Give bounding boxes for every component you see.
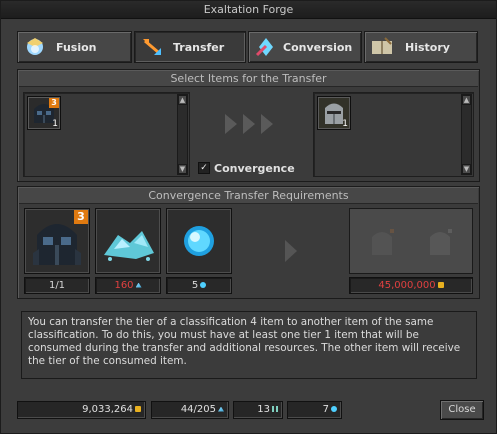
tab-transfer-label: Transfer [173,40,225,54]
window-title: Exaltation Forge [1,1,496,19]
core-balance: 7 [322,404,329,415]
source-item-count: 1 [52,119,58,129]
target-scrollbar[interactable]: ▲ ▼ [461,94,472,175]
scroll-up-icon[interactable]: ▲ [178,95,187,105]
target-item-list: 1 ▲ ▼ [313,92,474,177]
tab-conversion[interactable]: Conversion [248,31,362,63]
requirements-title: Convergence Transfer Requirements [19,188,478,204]
required-item-count: 1/1 [24,277,90,294]
resource-cores: 7 [287,401,342,419]
gold-coin-icon [135,406,141,412]
tab-fusion[interactable]: Fusion [17,31,132,63]
core-mini-icon [200,282,207,288]
select-items-panel: Select Items for the Transfer 3 1 ▲ ▼ ✓ … [17,69,480,182]
transfer-arrows-icon [223,112,277,140]
gold-balance: 9,033,264 [82,404,133,415]
result-arrow-icon [284,239,298,267]
dust-mini-icon [218,406,224,412]
checkmark-icon: ✓ [198,162,210,174]
gold-cost: 45,000,000 [349,277,473,294]
dust-icon [104,231,154,261]
resource-dust: 44/205 [151,401,229,419]
gold-coin-icon [437,282,444,288]
scroll-down-icon[interactable]: ▼ [178,164,187,174]
dust-mini-icon [135,282,142,288]
scroll-down-icon[interactable]: ▼ [462,164,471,174]
tab-fusion-label: Fusion [56,40,97,54]
description-text: You can transfer the tier of a classific… [21,311,477,379]
fusion-icon [22,34,48,60]
dust-slot [95,208,161,274]
close-button[interactable]: Close [440,400,484,420]
target-item-slot[interactable]: 1 [317,96,351,130]
tab-transfer[interactable]: Transfer [134,31,246,63]
select-items-title: Select Items for the Transfer [19,71,478,87]
exaltation-core-icon [184,226,214,256]
core-slot [166,208,232,274]
convergence-checkbox[interactable]: ✓ Convergence [198,161,295,175]
target-item-count: 1 [342,119,348,129]
core-count-value: 5 [191,280,199,291]
result-items-icon [372,229,452,255]
tab-history[interactable]: History [364,31,478,63]
convergence-label: Convergence [214,161,295,175]
exaltation-forge-window: Exaltation Forge Fusion Transfer Convers… [0,0,497,434]
gold-cost-value: 45,000,000 [378,280,436,291]
resource-gold: 9,033,264 [17,401,146,419]
dust-count-value: 160 [114,280,134,291]
tab-conversion-label: Conversion [283,40,353,54]
tab-history-label: History [405,40,450,54]
required-item-slot: 3 [24,208,90,274]
result-preview [349,208,473,274]
conversion-icon [253,34,279,60]
sliver-icon [272,406,278,412]
transfer-icon [139,34,165,60]
resource-slivers: 13 [233,401,283,419]
history-icon [369,34,395,60]
dust-count: 160 [95,277,161,294]
source-item-slot[interactable]: 3 1 [27,96,61,130]
scroll-up-icon[interactable]: ▲ [462,95,471,105]
dust-balance: 44/205 [180,404,216,415]
requirements-panel: Convergence Transfer Requirements 3 1/1 [17,186,480,299]
source-tier-badge: 3 [49,98,59,108]
source-scrollbar[interactable]: ▲ ▼ [177,94,188,175]
core-mini-icon [331,406,337,412]
required-tier-badge: 3 [74,210,88,224]
source-item-list: 3 1 ▲ ▼ [23,92,190,177]
sliver-balance: 13 [257,404,270,415]
core-count: 5 [166,277,232,294]
